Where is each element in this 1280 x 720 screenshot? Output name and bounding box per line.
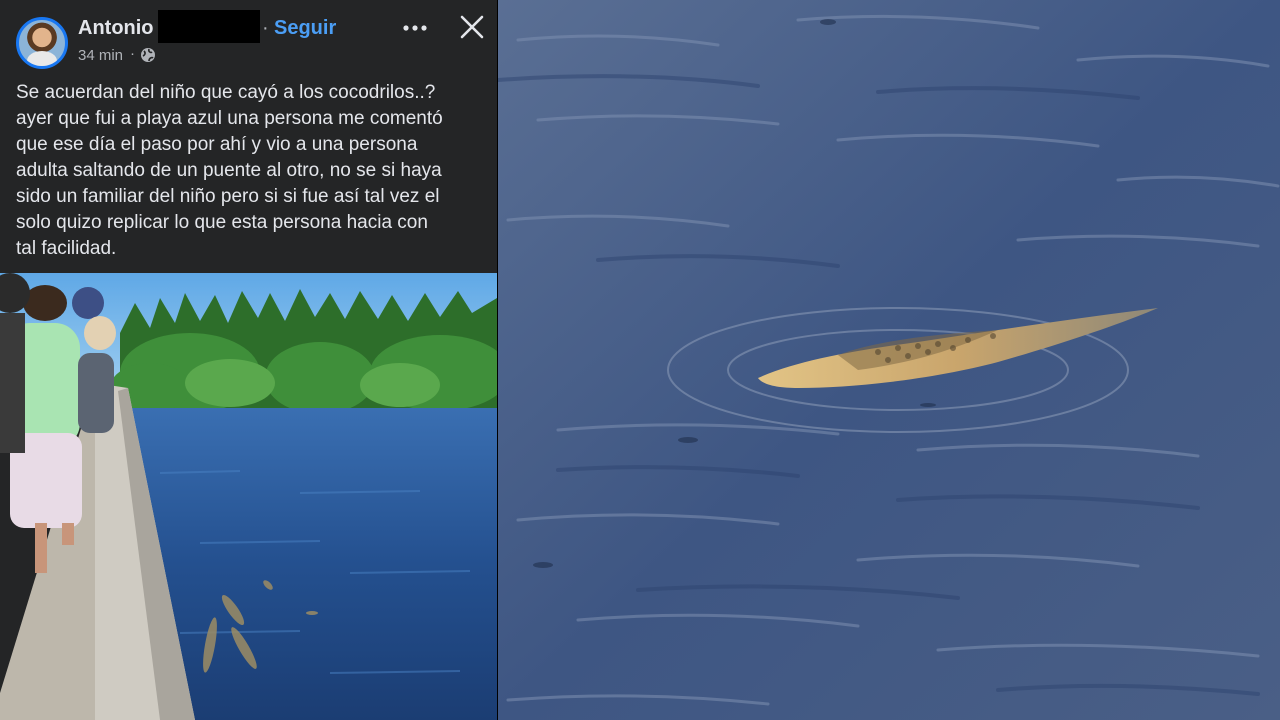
post-photo-bridge[interactable] — [0, 273, 497, 720]
header-separator: · — [262, 17, 269, 39]
crocodile-photo[interactable] — [498, 0, 1280, 720]
redaction-bar — [158, 10, 260, 43]
social-post: Antonio V · Seguir 34 min · Se acuerdan … — [0, 0, 497, 720]
post-text: Se acuerdan del niño que cayó a los coco… — [16, 82, 443, 259]
follow-button[interactable]: Seguir — [274, 17, 336, 40]
timestamp-separator: · — [130, 45, 135, 62]
close-icon[interactable] — [456, 11, 488, 43]
post-header: Antonio V · Seguir 34 min · — [0, 0, 497, 74]
more-options-icon[interactable] — [400, 13, 430, 43]
globe-icon — [140, 47, 156, 63]
post-timestamp[interactable]: 34 min — [78, 47, 123, 64]
avatar[interactable] — [16, 17, 68, 69]
